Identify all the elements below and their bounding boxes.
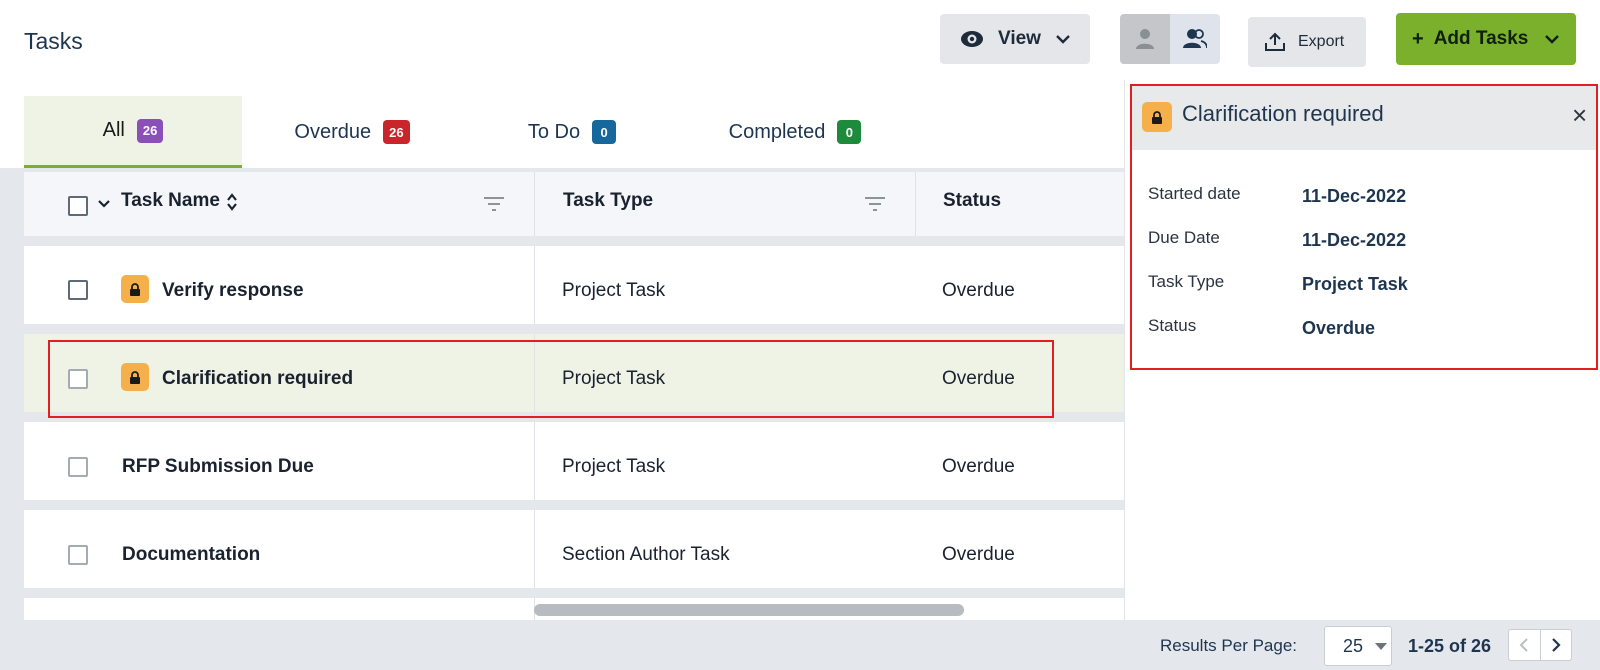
column-header-task-type[interactable]: Task Type	[563, 190, 653, 212]
task-name[interactable]: Verify response	[162, 280, 304, 302]
count-badge: 0	[592, 120, 617, 144]
page-title: Tasks	[24, 28, 83, 54]
column-divider	[534, 510, 535, 588]
results-per-page-label: Results Per Page:	[1160, 636, 1298, 655]
table-row[interactable]: Documentation Section Author Task Overdu…	[24, 510, 1124, 588]
next-page-button[interactable]	[1539, 630, 1572, 660]
plus-icon: +	[1412, 27, 1424, 50]
lock-icon	[121, 275, 149, 303]
export-button[interactable]: Export	[1248, 17, 1366, 67]
column-header-status[interactable]: Status	[943, 190, 1001, 212]
view-button[interactable]: View	[940, 14, 1090, 64]
view-button-label: View	[998, 28, 1041, 49]
tab-to-do[interactable]: To Do 0	[512, 96, 632, 168]
page-range: 1-25 of 26	[1408, 636, 1492, 656]
column-divider[interactable]	[915, 172, 916, 236]
filter-icon[interactable]	[864, 196, 886, 212]
tab-overdue[interactable]: Overdue 26	[272, 96, 432, 168]
task-name[interactable]: RFP Submission Due	[122, 456, 314, 478]
column-divider[interactable]	[534, 172, 535, 236]
detail-panel-highlight	[1130, 84, 1598, 370]
tab-label: To Do	[527, 120, 581, 143]
tab-completed[interactable]: Completed 0	[700, 96, 890, 168]
multi-user-toggle[interactable]	[1170, 14, 1220, 64]
task-name[interactable]: Documentation	[122, 544, 260, 566]
table-row[interactable]: RFP Submission Due Project Task Overdue	[24, 422, 1124, 500]
task-type: Project Task	[562, 456, 666, 477]
row-checkbox[interactable]	[68, 545, 88, 565]
horizontal-scrollbar[interactable]	[534, 604, 964, 616]
select-all-checkbox[interactable]	[68, 196, 88, 216]
task-status: Overdue	[942, 544, 1015, 565]
tab-all[interactable]: All 26	[24, 96, 242, 168]
count-badge: 26	[383, 120, 410, 144]
row-checkbox[interactable]	[68, 280, 88, 300]
filter-icon[interactable]	[483, 196, 505, 212]
results-per-page-value: 25	[1343, 635, 1364, 656]
column-divider	[534, 246, 535, 324]
chevron-down-icon[interactable]	[97, 199, 111, 209]
row-checkbox[interactable]	[68, 457, 88, 477]
chevron-down-icon	[1055, 34, 1071, 44]
task-type: Section Author Task	[562, 544, 730, 565]
assignee-view-toggle	[1120, 14, 1220, 64]
eye-icon	[960, 30, 984, 48]
sort-icon[interactable]	[226, 192, 238, 212]
tab-label: Overdue	[294, 120, 372, 143]
count-badge: 26	[136, 118, 164, 143]
previous-page-button[interactable]	[1509, 630, 1540, 660]
task-status: Overdue	[942, 456, 1015, 477]
selected-row-highlight	[48, 340, 1054, 418]
count-badge: 0	[837, 120, 862, 144]
user-icon	[1135, 28, 1155, 50]
add-tasks-button[interactable]: + Add Tasks	[1396, 13, 1576, 65]
tab-label: Completed	[728, 120, 826, 143]
upload-icon	[1264, 32, 1286, 52]
column-divider	[534, 422, 535, 500]
caret-down-icon	[1375, 642, 1388, 650]
task-type: Project Task	[562, 280, 666, 301]
users-icon	[1183, 28, 1207, 50]
task-status: Overdue	[942, 280, 1015, 301]
export-button-label: Export	[1298, 33, 1345, 50]
tab-label: All	[102, 119, 125, 141]
chevron-down-icon	[1544, 34, 1560, 44]
table-row[interactable]: Verify response Project Task Overdue	[24, 246, 1124, 324]
add-tasks-label: Add Tasks	[1433, 28, 1529, 49]
chevron-right-icon	[1551, 637, 1561, 653]
column-header-task-name[interactable]: Task Name	[121, 190, 220, 212]
results-per-page-select[interactable]: 25	[1324, 626, 1392, 666]
pagination-controls	[1508, 629, 1572, 661]
chevron-left-icon	[1519, 637, 1529, 653]
single-user-toggle[interactable]	[1120, 14, 1170, 64]
